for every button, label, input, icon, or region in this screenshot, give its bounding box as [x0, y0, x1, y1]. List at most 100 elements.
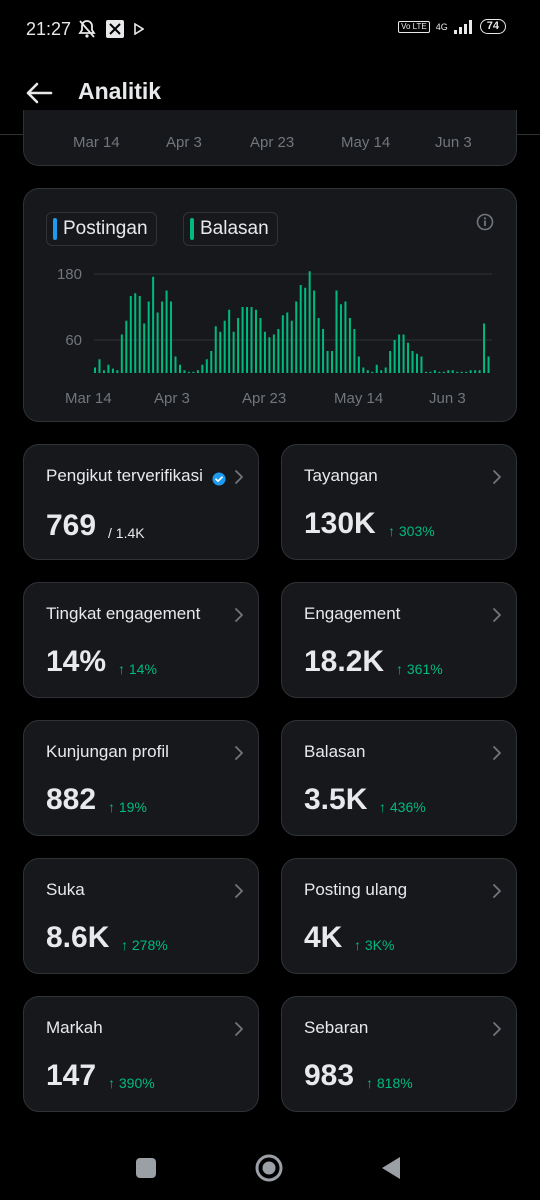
x-app-icon — [106, 20, 124, 38]
bar-balasan — [241, 307, 244, 373]
x-tick-label: May 14 — [341, 134, 391, 151]
bar-balasan — [246, 307, 249, 373]
bar-balasan — [375, 364, 378, 373]
metric-tile[interactable]: Tingkat engagement 14% ↑ 14% — [23, 582, 259, 698]
chevron-right-icon — [493, 470, 501, 484]
bar-balasan — [138, 296, 141, 373]
metric-change: ↑ 278% — [121, 937, 168, 953]
page-title: Analitik — [78, 78, 162, 104]
bar-balasan — [165, 290, 168, 373]
metric-tile[interactable]: Suka 8.6K ↑ 278% — [23, 858, 259, 974]
bar-balasan — [94, 367, 97, 373]
bar-balasan — [134, 293, 137, 373]
bar-balasan — [348, 318, 351, 373]
metric-value: 14% — [46, 645, 107, 678]
bar-balasan — [344, 301, 347, 373]
chevron-right-icon — [235, 746, 243, 760]
bar-balasan — [187, 371, 190, 373]
system-nav-bar — [0, 1136, 540, 1200]
metric-value: 18.2K — [304, 645, 385, 678]
chevron-right-icon — [235, 1022, 243, 1036]
bar-balasan — [483, 323, 486, 373]
bar-balasan — [129, 296, 132, 373]
metric-tile[interactable]: Kunjungan profil 882 ↑ 19% — [23, 720, 259, 836]
bar-balasan — [411, 351, 414, 373]
status-time: 21:27 — [26, 19, 72, 39]
bar-balasan — [384, 367, 387, 373]
metric-change: ↑ 303% — [388, 523, 435, 539]
metric-tile[interactable]: Sebaran 983 ↑ 818% — [281, 996, 517, 1112]
bar-balasan — [156, 312, 159, 373]
bar-balasan — [366, 370, 369, 373]
bar-balasan — [143, 323, 146, 373]
metric-tile[interactable]: Engagement 18.2K ↑ 361% — [281, 582, 517, 698]
metric-label: Kunjungan profil — [46, 742, 169, 761]
play-icon — [134, 23, 144, 35]
status-system-icons: Vo LTE 4G 74 — [398, 19, 506, 34]
bar-balasan — [438, 371, 441, 373]
bar-balasan — [205, 359, 208, 373]
bar-balasan — [362, 367, 365, 373]
metric-tile[interactable]: Tayangan 130K ↑ 303% — [281, 444, 517, 560]
bar-balasan — [147, 301, 150, 373]
bar-balasan — [232, 331, 235, 373]
metric-tile[interactable]: Pengikut terverifikasi 769 / 1.4K — [23, 444, 259, 560]
chevron-right-icon — [235, 470, 243, 484]
bar-balasan — [174, 356, 177, 373]
bar-balasan — [263, 331, 266, 373]
recent-apps-icon[interactable] — [135, 1157, 157, 1179]
bar-balasan — [295, 301, 298, 373]
metric-value: 3.5K — [304, 783, 368, 816]
bar-balasan — [402, 334, 405, 373]
bar-balasan — [371, 371, 374, 373]
bar-balasan — [398, 334, 401, 373]
bar-balasan — [192, 371, 195, 373]
bar-balasan — [322, 329, 325, 373]
bar-balasan — [420, 356, 423, 373]
back-nav-icon[interactable] — [380, 1156, 402, 1180]
bar-balasan — [313, 290, 316, 373]
bar-balasan — [116, 370, 119, 373]
bar-balasan — [380, 370, 383, 373]
metric-value: 769 — [46, 509, 97, 542]
metric-label: Markah — [46, 1018, 103, 1037]
bar-balasan — [308, 271, 311, 373]
x-tick-label: Apr 23 — [242, 390, 286, 407]
bar-balasan — [326, 351, 329, 373]
x-tick-label: Mar 14 — [65, 390, 112, 407]
bar-balasan — [152, 276, 155, 373]
bar-balasan — [201, 364, 204, 373]
metric-label: Engagement — [304, 604, 401, 623]
bar-balasan — [433, 370, 436, 373]
metric-tile[interactable]: Markah 147 ↑ 390% — [23, 996, 259, 1112]
bar-balasan — [415, 353, 418, 373]
bar-balasan — [228, 309, 231, 373]
x-tick-label: Jun 3 — [429, 390, 466, 407]
chevron-right-icon — [235, 884, 243, 898]
metric-value: 130K — [304, 507, 376, 540]
metric-tile[interactable]: Balasan 3.5K ↑ 436% — [281, 720, 517, 836]
bar-balasan — [219, 331, 222, 373]
metric-change: ↑ 3K% — [354, 937, 395, 953]
bar-balasan — [474, 370, 477, 373]
home-icon[interactable] — [254, 1153, 284, 1183]
volte-indicator: Vo LTE — [398, 20, 430, 33]
bar-balasan — [357, 356, 360, 373]
bar-balasan — [120, 334, 123, 373]
metric-label: Tayangan — [304, 466, 378, 485]
bar-balasan — [442, 371, 445, 373]
x-tick-label: Apr 3 — [154, 390, 190, 407]
metric-change: ↑ 436% — [379, 799, 426, 815]
bar-balasan — [429, 371, 432, 373]
bar-balasan — [277, 329, 280, 373]
metric-tile[interactable]: Posting ulang 4K ↑ 3K% — [281, 858, 517, 974]
bar-balasan — [102, 370, 105, 373]
bar-balasan — [250, 307, 253, 373]
bar-balasan — [259, 318, 262, 373]
back-arrow-icon[interactable] — [24, 78, 54, 108]
bar-balasan — [161, 301, 164, 373]
bar-balasan — [196, 370, 199, 373]
bar-balasan — [460, 371, 463, 373]
metric-label: Suka — [46, 880, 85, 899]
y-tick-label: 60 — [65, 332, 82, 349]
